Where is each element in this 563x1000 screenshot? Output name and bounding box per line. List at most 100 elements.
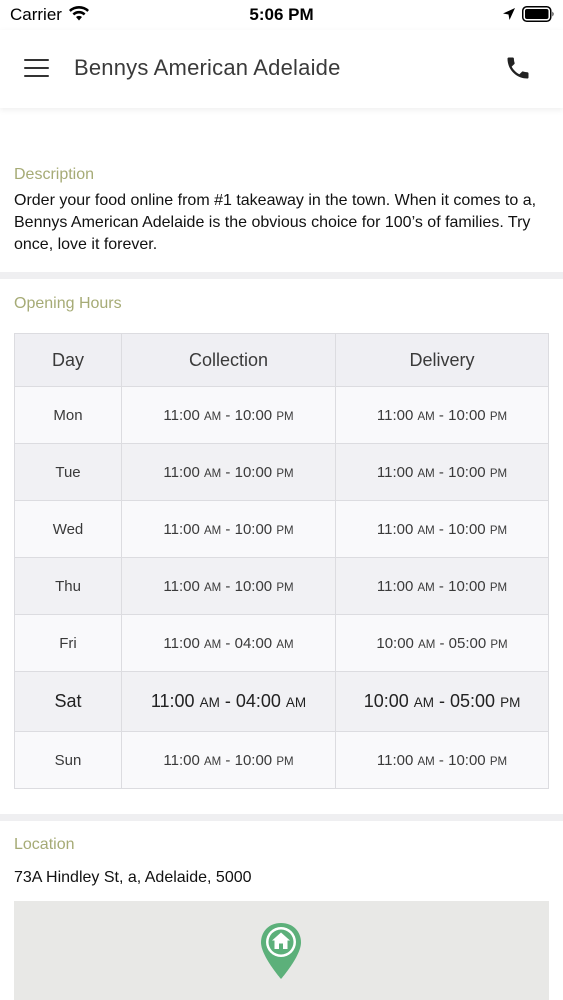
collection-hours-cell: 11:00 AM - 04:00 AM [121,614,336,672]
section-divider [0,272,563,279]
day-cell: Fri [14,614,122,672]
collection-open: 11:00 [163,406,200,424]
delivery-close-ap: PM [500,695,521,710]
delivery-hours-cell: 11:00 AM - 10:00 PM [335,557,549,615]
delivery-open-ap: AM [417,410,435,423]
day-cell: Thu [14,557,122,615]
header-day: Day [14,333,122,387]
delivery-hours-cell: 11:00 AM - 10:00 PM [335,731,549,789]
collection-open-ap: AM [204,755,222,768]
table-row: Tue 11:00 AM - 10:00 PM 11:00 AM - 10:00 P… [14,443,549,501]
delivery-open-ap: AM [417,524,435,537]
collection-close-ap: PM [276,524,294,537]
table-row: Sun 11:00 AM - 10:00 PM 11:00 AM - 10:00 P… [14,731,549,789]
delivery-open: 10:00 [376,634,414,652]
collection-close: 10:00 [234,520,273,538]
collection-close-ap: AM [276,638,294,651]
collection-open-ap: AM [204,581,222,594]
collection-hours-cell: 11:00 AM - 04:00 AM [121,671,336,732]
opening-hours-table: Day Collection Delivery Mon 11:00 AM - 10… [14,333,549,789]
collection-close-ap: PM [276,467,294,480]
delivery-close-ap: PM [489,524,508,537]
collection-open: 11:00 [163,634,200,652]
delivery-close: 05:00 [448,634,487,652]
collection-open-ap: AM [204,524,222,537]
delivery-close-ap: PM [489,410,508,423]
table-row: Sat 11:00 AM - 04:00 AM 10:00 AM - 05:00 P… [14,671,549,732]
day-cell: Sat [14,671,122,732]
collection-close-ap: AM [285,695,307,710]
delivery-open-ap: AM [417,581,435,594]
location-arrow-icon [502,7,516,26]
collection-close: 10:00 [234,577,273,595]
delivery-close-ap: PM [490,638,508,651]
delivery-open-ap: AM [417,467,435,480]
section-divider [0,814,563,821]
delivery-open-ap: AM [417,755,435,768]
opening-hours-label: Opening Hours [14,295,122,312]
table-row: Mon 11:00 AM - 10:00 PM 11:00 AM - 10:00 P… [14,386,549,444]
delivery-close-ap: PM [489,755,508,768]
collection-close-ap: PM [276,755,294,768]
day-cell: Sun [14,731,122,789]
phone-icon[interactable] [504,54,532,82]
page-title: Bennys American Adelaide [74,55,341,80]
collection-close: 10:00 [234,406,273,424]
day-cell: Wed [14,500,122,558]
collection-hours-cell: 11:00 AM - 10:00 PM [121,557,336,615]
collection-close: 04:00 [234,634,273,652]
collection-hours-cell: 11:00 AM - 10:00 PM [121,500,336,558]
collection-close: 10:00 [234,751,273,769]
delivery-hours-cell: 11:00 AM - 10:00 PM [335,500,549,558]
delivery-close-ap: PM [489,581,508,594]
collection-open-ap: AM [199,695,220,710]
description-label: Description [14,166,95,183]
battery-icon [522,6,555,27]
collection-open-ap: AM [204,638,222,651]
header-delivery: Delivery [335,333,549,387]
delivery-open: 11:00 [376,751,414,769]
location-map[interactable] [14,901,549,1000]
delivery-close: 10:00 [448,520,486,538]
day-cell: Mon [14,386,122,444]
collection-open-ap: AM [204,467,222,480]
collection-hours-cell: 11:00 AM - 10:00 PM [121,386,336,444]
delivery-close: 10:00 [448,406,486,424]
delivery-open: 10:00 [363,691,409,711]
status-time: 5:06 PM [249,5,314,24]
collection-hours-cell: 11:00 AM - 10:00 PM [121,443,336,501]
table-row: Thu 11:00 AM - 10:00 PM 11:00 AM - 10:00 P… [14,557,549,615]
delivery-open: 11:00 [376,520,414,538]
collection-open: 11:00 [163,463,200,481]
collection-close-ap: PM [276,581,294,594]
nav-bar: Bennys American Adelaide [0,30,563,108]
table-row: Fri 11:00 AM - 04:00 AM 10:00 AM - 05:00 P… [14,614,549,672]
delivery-open: 11:00 [376,406,414,424]
collection-close: 04:00 [235,691,281,711]
delivery-close: 05:00 [450,691,496,711]
delivery-hours-cell: 11:00 AM - 10:00 PM [335,386,549,444]
delivery-hours-cell: 11:00 AM - 10:00 PM [335,443,549,501]
day-cell: Tue [14,443,122,501]
status-bar: Carrier 5:06 PM [0,0,563,30]
delivery-hours-cell: 10:00 AM - 05:00 PM [335,671,549,732]
header-collection: Collection [121,333,336,387]
location-label: Location [14,836,75,853]
hamburger-menu-icon[interactable] [24,59,50,79]
collection-open: 11:00 [150,691,195,711]
delivery-open: 11:00 [376,577,414,595]
delivery-hours-cell: 10:00 AM - 05:00 PM [335,614,549,672]
collection-open: 11:00 [163,577,200,595]
collection-close-ap: PM [276,410,294,423]
delivery-open: 11:00 [376,463,414,481]
location-address: 73A Hindley St, a, Adelaide, 5000 [14,869,252,886]
delivery-open-ap: AM [418,638,436,651]
delivery-close: 10:00 [448,463,486,481]
delivery-open-ap: AM [413,695,434,710]
table-header-row: Day Collection Delivery [14,333,549,387]
delivery-close: 10:00 [448,751,486,769]
description-text: Order your food online from #1 takeaway … [14,192,537,253]
collection-open: 11:00 [163,751,200,769]
map-pin-home-icon[interactable] [259,921,303,986]
collection-close: 10:00 [234,463,273,481]
